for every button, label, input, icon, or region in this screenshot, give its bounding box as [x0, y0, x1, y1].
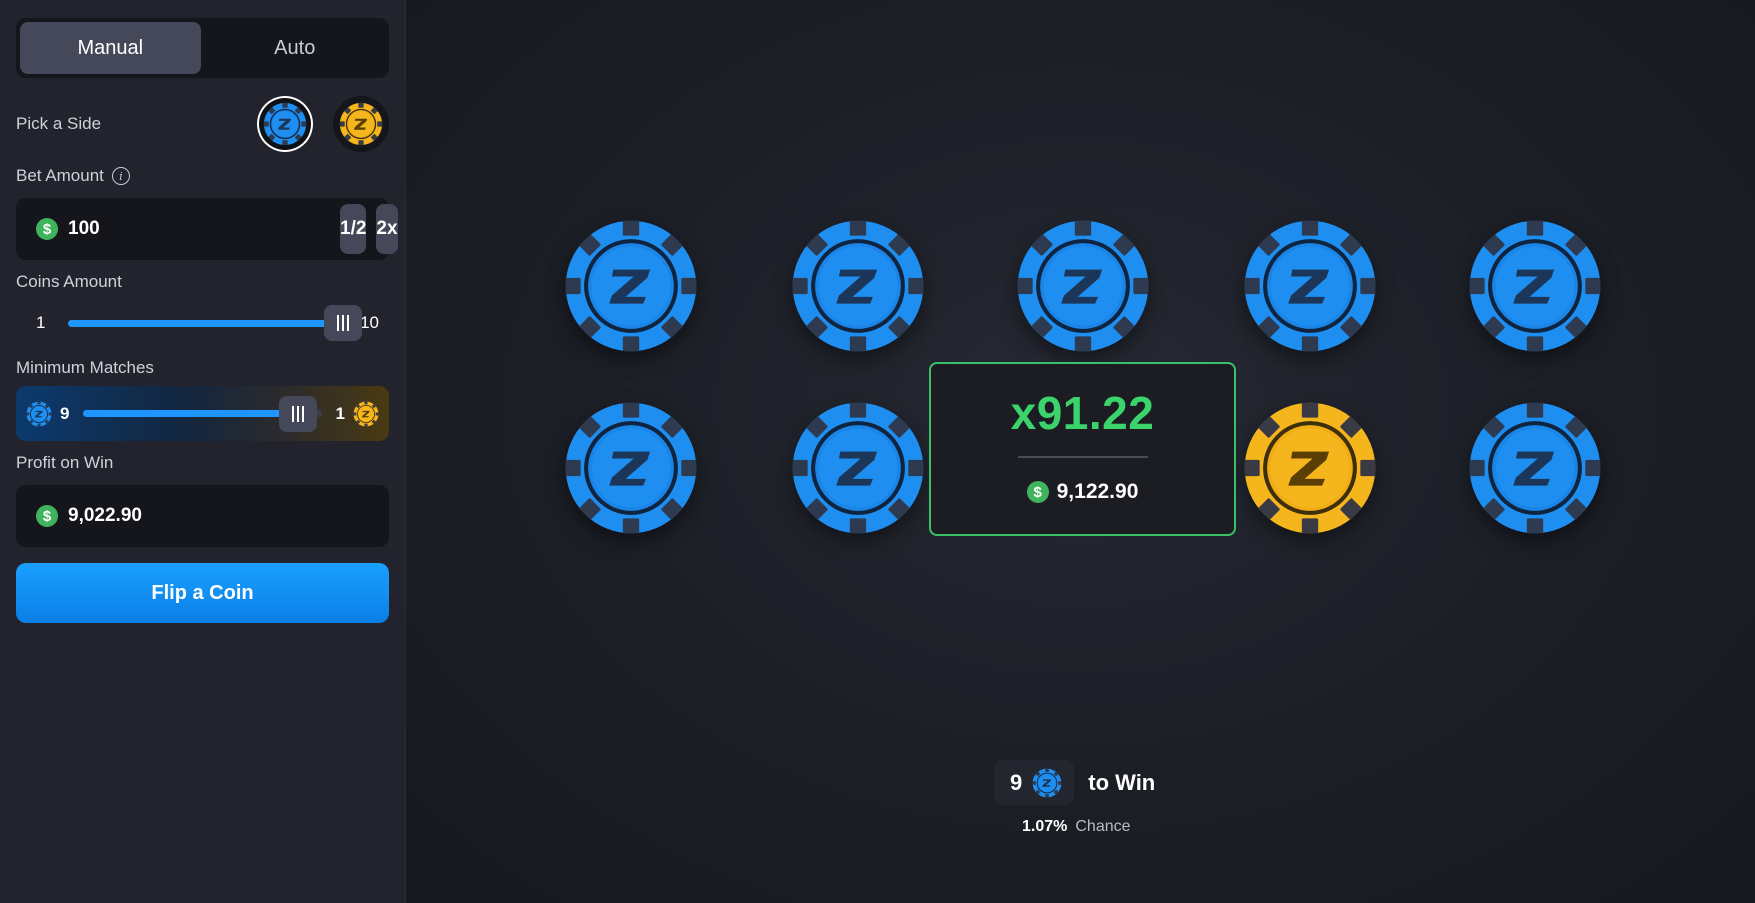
pick-side-label: Pick a Side: [16, 114, 102, 133]
blue-coin: [790, 400, 926, 536]
gold-coin: [1242, 400, 1378, 536]
pick-blue-side-button[interactable]: [257, 96, 313, 152]
blue-coin-icon: [26, 400, 52, 427]
blue-coin-icon: [263, 102, 307, 146]
result-divider: [1017, 456, 1148, 458]
blue-coin-icon: [1467, 400, 1603, 536]
bet-panel: Manual Auto Pick a Side Bet Amount i $ 1…: [0, 0, 406, 903]
tab-auto[interactable]: Auto: [205, 22, 386, 74]
payout-value: 9,122.90: [1056, 480, 1139, 503]
minimum-matches-thumb[interactable]: [278, 395, 317, 432]
tab-manual[interactable]: Manual: [20, 22, 201, 74]
to-win-count: 9: [1010, 769, 1023, 795]
dollar-icon: $: [1026, 481, 1049, 503]
coins-amount-label: Coins Amount: [16, 272, 122, 291]
to-win-row: 9 to Win: [994, 760, 1155, 805]
pick-gold-side-button[interactable]: [333, 96, 389, 152]
info-icon[interactable]: i: [111, 167, 130, 185]
blue-coin-icon: [1467, 218, 1603, 354]
minimum-matches-slider[interactable]: [83, 395, 322, 432]
result-card: x91.22 $ 9,122.90: [929, 362, 1236, 536]
win-multiplier: x91.22: [1010, 387, 1155, 439]
blue-coin-icon: [563, 218, 699, 354]
chance-label: Chance: [1075, 818, 1131, 835]
bet-amount-label: Bet Amount: [16, 166, 104, 185]
to-win-text: to Win: [1088, 769, 1156, 795]
coins-amount-min: 1: [36, 313, 46, 332]
minimum-matches-label: Minimum Matches: [16, 358, 154, 377]
blue-coin-icon: [790, 218, 926, 354]
gold-match-count: 1: [335, 403, 345, 423]
profit-on-win-label: Profit on Win: [16, 453, 114, 472]
mode-toggle: Manual Auto: [16, 18, 389, 78]
blue-coin-icon: [1032, 767, 1063, 798]
side-choices: [257, 96, 389, 152]
bet-amount-input[interactable]: [68, 218, 330, 240]
blue-coin: [563, 400, 699, 536]
blue-coin: [1467, 218, 1603, 354]
dollar-icon: $: [36, 505, 58, 527]
blue-coin: [1015, 218, 1151, 354]
half-bet-button[interactable]: 1/2: [340, 204, 367, 254]
blue-coin-icon: [1015, 218, 1151, 354]
dollar-icon: $: [36, 218, 58, 240]
blue-coin: [790, 218, 926, 354]
profit-on-win-input: [68, 505, 383, 527]
to-win-pill: 9: [994, 760, 1075, 805]
blue-coin: [1467, 400, 1603, 536]
chance-row: 1.07% Chance: [1022, 818, 1131, 836]
coins-amount-slider-row: 1 10: [16, 298, 389, 348]
coins-amount-thumb[interactable]: [324, 305, 362, 341]
blue-coin-icon: [1242, 218, 1378, 354]
gold-coin-icon: [1242, 400, 1378, 536]
gold-coin-icon: [353, 400, 379, 427]
blue-coin: [563, 218, 699, 354]
coins-amount-fill: [68, 319, 343, 327]
bet-amount-label-row: Bet Amount i: [16, 166, 389, 186]
double-bet-button[interactable]: 2x: [376, 204, 398, 254]
gold-coin-icon: [339, 102, 383, 146]
blue-coin-icon: [790, 400, 926, 536]
blue-match-count: 9: [60, 403, 70, 423]
pick-side-row: Pick a Side: [16, 96, 389, 152]
chance-percent: 1.07%: [1022, 818, 1068, 835]
minimum-matches-fill: [83, 410, 298, 417]
coins-amount-slider[interactable]: [68, 305, 362, 341]
blue-coin: [1242, 218, 1378, 354]
minimum-matches-slider-box: 9 1: [16, 386, 389, 441]
game-board: x91.22 $ 9,122.90 9 to Win 1.07% Chance: [406, 0, 1755, 903]
flip-coin-button[interactable]: Flip a Coin: [16, 563, 389, 623]
profit-on-win-field: $: [16, 485, 389, 547]
bet-amount-field: $ 1/2 2x: [16, 198, 398, 260]
blue-coin-icon: [563, 400, 699, 536]
payout-row: $ 9,122.90: [1026, 480, 1139, 504]
